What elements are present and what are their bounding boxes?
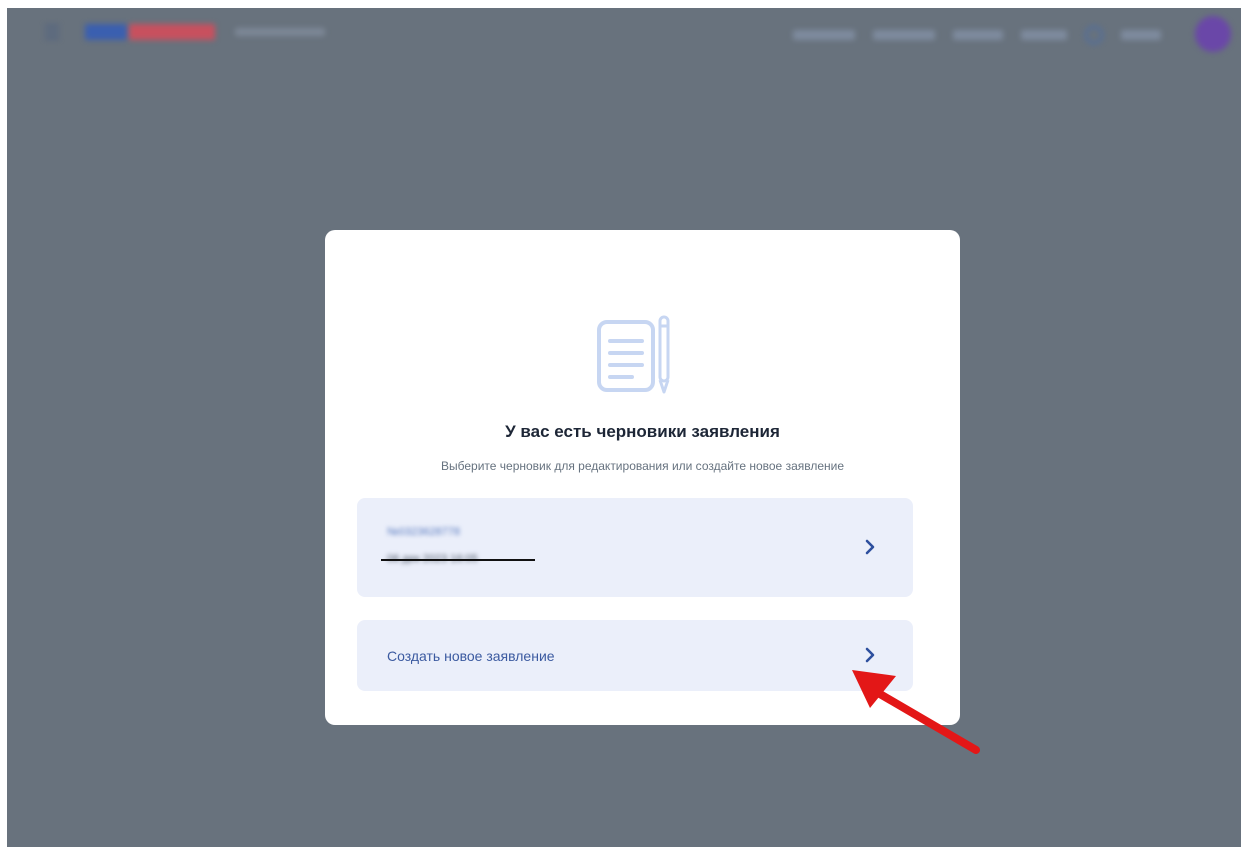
chevron-right-icon bbox=[865, 539, 875, 555]
avatar[interactable] bbox=[1195, 16, 1231, 52]
search-icon[interactable] bbox=[1085, 26, 1103, 44]
draft-number: №0323628778 bbox=[387, 526, 460, 538]
nav-item[interactable] bbox=[1021, 30, 1067, 40]
chevron-right-icon bbox=[865, 647, 875, 663]
menu-icon[interactable] bbox=[45, 25, 59, 39]
screen: У вас есть черновики заявления Выберите … bbox=[7, 8, 1241, 847]
blurred-header bbox=[7, 8, 1241, 58]
logo-caption bbox=[235, 28, 325, 36]
nav-item[interactable] bbox=[953, 30, 1003, 40]
create-new-application-button[interactable]: Создать новое заявление bbox=[357, 620, 913, 691]
nav-item[interactable] bbox=[873, 30, 935, 40]
nav-item[interactable] bbox=[1121, 30, 1161, 40]
nav-item[interactable] bbox=[793, 30, 855, 40]
modal-subtitle: Выберите черновик для редактирования или… bbox=[440, 459, 845, 473]
strike-line bbox=[381, 559, 535, 561]
red-arrow-pointer bbox=[852, 670, 980, 754]
modal-title: У вас есть черновики заявления bbox=[505, 422, 780, 441]
drafts-modal: У вас есть черновики заявления Выберите … bbox=[325, 230, 960, 725]
header-nav bbox=[793, 26, 1161, 44]
draft-card[interactable]: №0323628778 06 дек 2023 16:05 bbox=[357, 498, 913, 597]
create-new-label: Создать новое заявление bbox=[387, 648, 555, 664]
document-pencil-icon bbox=[597, 315, 670, 394]
site-logo[interactable] bbox=[85, 24, 215, 40]
